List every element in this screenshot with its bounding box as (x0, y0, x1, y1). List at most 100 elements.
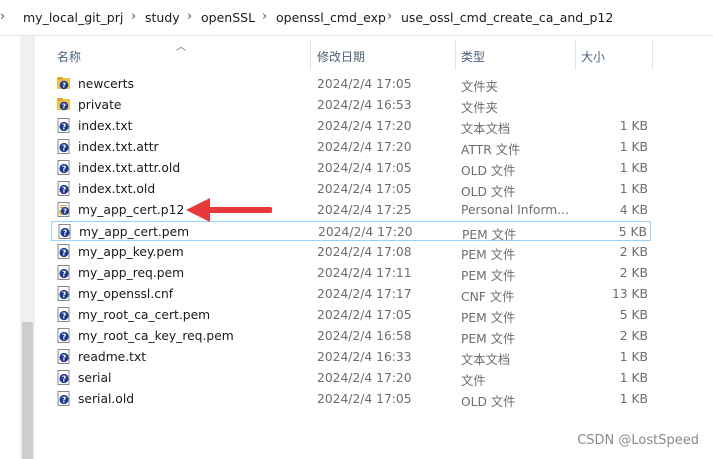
svg-text:?: ? (63, 228, 67, 237)
certificate-file-icon: ? (57, 202, 70, 217)
file-name: my_openssl.cnf (78, 287, 174, 301)
file-row[interactable]: ? my_app_cert.p12 2024/2/4 17:25 Personal I… (51, 200, 651, 220)
file-name: serial.old (78, 392, 135, 406)
svg-text:?: ? (62, 353, 66, 362)
chevron-right-icon[interactable]: › (387, 9, 392, 24)
file-icon: ? (57, 181, 70, 196)
file-size: 2 KB (619, 245, 648, 259)
file-name: readme.txt (78, 350, 147, 364)
file-type: PEM 文件 (461, 248, 516, 262)
file-name: index.txt (78, 119, 133, 133)
file-name: newcerts (78, 77, 135, 91)
file-type: CNF 文件 (461, 290, 515, 304)
file-row[interactable]: ? readme.txt 2024/2/4 16:33 文本文档 1 KB (51, 347, 651, 367)
file-row[interactable]: ? my_app_key.pem 2024/2/4 17:08 PEM 文件 2 KB (51, 242, 651, 262)
file-date-modified: 2024/2/4 17:20 (317, 371, 412, 385)
file-row[interactable]: ? newcerts 2024/2/4 17:05 文件夹 (51, 74, 651, 94)
file-type: PEM 文件 (461, 311, 516, 325)
file-name: index.txt.attr (78, 140, 159, 154)
file-icon: ? (57, 118, 70, 133)
file-date-modified: 2024/2/4 17:05 (317, 308, 412, 322)
svg-text:?: ? (62, 122, 66, 131)
file-size: 2 KB (619, 329, 648, 343)
file-row[interactable]: ? my_openssl.cnf 2024/2/4 17:17 CNF 文件 13 KB (51, 284, 651, 304)
file-row[interactable]: ? index.txt.attr 2024/2/4 17:20 ATTR 文件 1 KB (51, 137, 651, 157)
file-date-modified: 2024/2/4 17:17 (317, 287, 412, 301)
file-name: private (78, 98, 122, 112)
breadcrumb-item[interactable]: openssl_cmd_exp (276, 10, 386, 25)
chevron-right-icon[interactable]: › (262, 9, 267, 24)
file-date-modified: 2024/2/4 17:08 (317, 245, 412, 259)
column-header-date[interactable]: 修改日期 (317, 48, 365, 65)
file-date-modified: 2024/2/4 17:25 (317, 203, 412, 217)
folder-icon: ? (57, 98, 70, 111)
column-header-name[interactable]: 名称 (57, 48, 81, 65)
file-name: index.txt.old (78, 182, 156, 196)
chevron-right-icon[interactable]: › (187, 9, 192, 24)
breadcrumb-item[interactable]: use_ossl_cmd_create_ca_and_p12 (401, 10, 613, 25)
file-size: 1 KB (619, 161, 648, 175)
file-row[interactable]: ? my_root_ca_key_req.pem 2024/2/4 16:58 PEM… (51, 326, 651, 346)
watermark: CSDN @LostSpeed (577, 433, 699, 448)
breadcrumb-item[interactable]: study (145, 10, 180, 25)
file-date-modified: 2024/2/4 17:05 (317, 77, 412, 91)
file-name: my_root_ca_key_req.pem (78, 329, 234, 343)
file-row[interactable]: ? my_app_cert.pem 2024/2/4 17:20 PEM 文件 5 KB (51, 221, 651, 242)
file-size: 1 KB (619, 140, 648, 154)
file-row[interactable]: ? my_root_ca_cert.pem 2024/2/4 17:05 PEM 文件… (51, 305, 651, 325)
file-type: OLD 文件 (461, 164, 516, 178)
file-date-modified: 2024/2/4 16:58 (317, 329, 412, 343)
chevron-right-icon[interactable]: › (131, 9, 136, 24)
file-name: my_root_ca_cert.pem (78, 308, 211, 322)
file-type: PEM 文件 (462, 228, 517, 242)
file-type: OLD 文件 (461, 185, 516, 199)
breadcrumb-item[interactable]: my_local_git_prj (23, 10, 123, 25)
svg-text:?: ? (62, 311, 66, 320)
svg-text:?: ? (62, 103, 66, 111)
file-row[interactable]: ? serial 2024/2/4 17:20 文件 1 KB (51, 368, 651, 388)
chevron-right-icon[interactable]: › (0, 9, 5, 24)
column-divider[interactable] (310, 40, 311, 70)
file-date-modified: 2024/2/4 16:53 (317, 98, 412, 112)
file-size: 1 KB (619, 182, 648, 196)
file-size: 13 KB (611, 287, 648, 301)
file-type: PEM 文件 (461, 332, 516, 346)
file-name: index.txt.attr.old (78, 161, 181, 175)
file-type: Personal Inform... (461, 203, 569, 217)
file-icon: ? (57, 160, 70, 175)
column-divider[interactable] (575, 40, 576, 70)
file-type: 文件夹 (461, 80, 498, 94)
column-divider[interactable] (652, 40, 653, 70)
red-arrow-annotation (186, 198, 272, 222)
breadcrumb: › my_local_git_prj › study › openSSL › o… (0, 0, 713, 36)
svg-text:?: ? (62, 395, 66, 404)
column-header-size[interactable]: 大小 (581, 48, 605, 65)
file-row[interactable]: ? index.txt.old 2024/2/4 17:05 OLD 文件 1 KB (51, 179, 651, 199)
file-row[interactable]: ? serial.old 2024/2/4 17:05 OLD 文件 1 KB (51, 389, 651, 409)
file-name: my_app_cert.pem (79, 225, 190, 239)
file-icon: ? (57, 244, 70, 259)
file-row[interactable]: ? index.txt 2024/2/4 17:20 文本文档 1 KB (51, 116, 651, 136)
file-date-modified: 2024/2/4 16:33 (317, 350, 412, 364)
file-icon: ? (57, 328, 70, 343)
file-icon: ? (57, 349, 70, 364)
column-header-type[interactable]: 类型 (461, 48, 485, 65)
file-type: 文本文档 (461, 353, 511, 367)
file-icon: ? (57, 265, 70, 280)
file-icon: ? (57, 307, 70, 322)
file-date-modified: 2024/2/4 17:05 (317, 182, 412, 196)
scrollbar-thumb[interactable] (22, 322, 33, 459)
file-row[interactable]: ? index.txt.attr.old 2024/2/4 17:05 OLD 文件 1… (51, 158, 651, 178)
file-type: OLD 文件 (461, 395, 516, 409)
file-name: my_app_req.pem (78, 266, 185, 280)
file-row[interactable]: ? private 2024/2/4 16:53 文件夹 (51, 95, 651, 115)
column-divider[interactable] (455, 40, 456, 70)
file-icon: ? (58, 224, 71, 239)
file-date-modified: 2024/2/4 17:11 (317, 266, 412, 280)
file-row[interactable]: ? my_app_req.pem 2024/2/4 17:11 PEM 文件 2 KB (51, 263, 651, 283)
file-date-modified: 2024/2/4 17:20 (318, 225, 413, 239)
column-header: 名称 修改日期 类型 大小 (0, 36, 713, 70)
file-date-modified: 2024/2/4 17:20 (317, 140, 412, 154)
breadcrumb-item[interactable]: openSSL (201, 10, 255, 25)
file-date-modified: 2024/2/4 17:05 (317, 392, 412, 406)
